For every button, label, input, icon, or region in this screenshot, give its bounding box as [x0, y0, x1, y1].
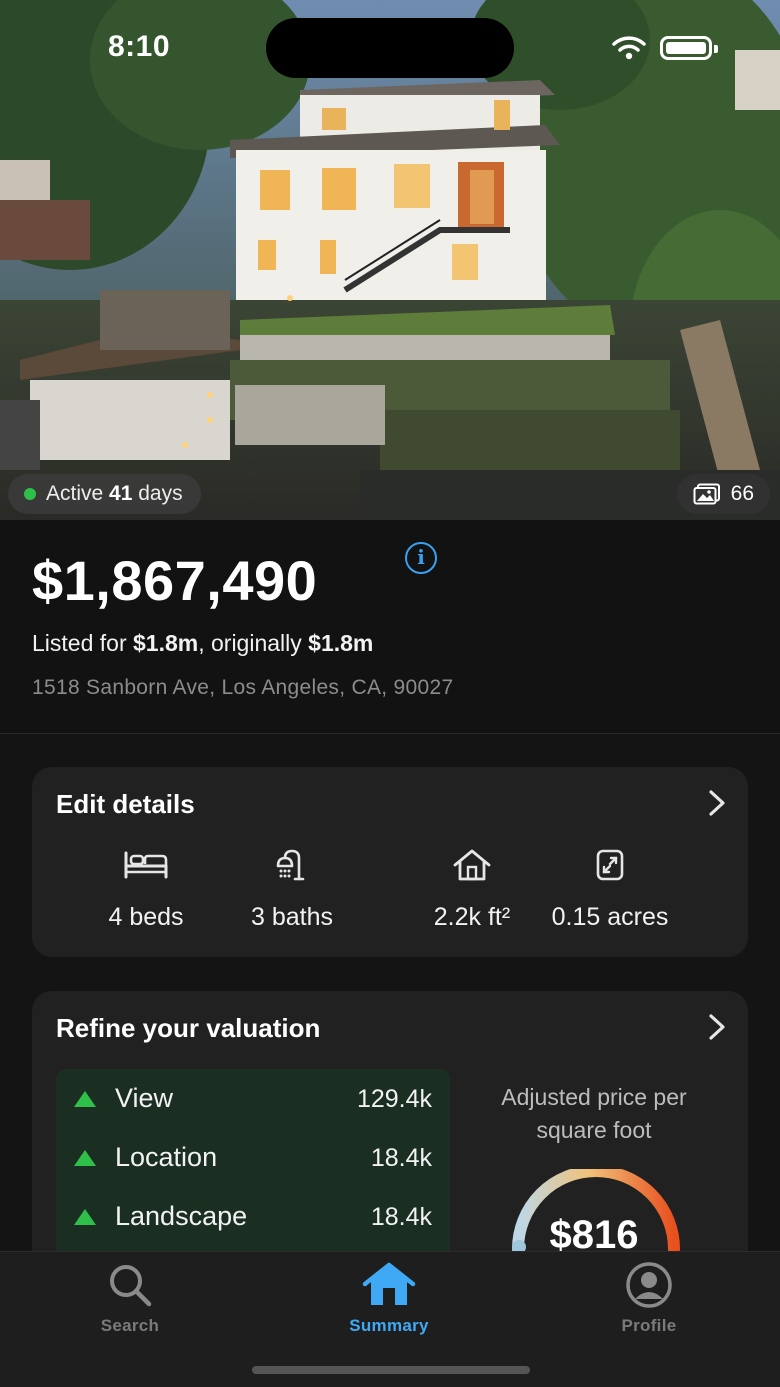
refine-valuation-card[interactable]: Refine your valuation View 129.4k Locati…: [32, 991, 748, 1309]
tab-profile-label: Profile: [621, 1316, 677, 1335]
adjustment-row[interactable]: Location 18.4k: [56, 1138, 450, 1178]
listed-price: $1.8m: [133, 630, 199, 656]
photos-icon: [693, 483, 720, 505]
area-value: 2.2k ft²: [433, 903, 511, 931]
battery-icon: [660, 36, 718, 60]
photo-count-button[interactable]: 66: [676, 474, 770, 514]
edit-details-card[interactable]: Edit details 4 beds 3 baths 2.2k ft² 0.1…: [32, 767, 748, 957]
active-days-badge: Active 41 days: [8, 474, 201, 514]
wifi-icon: [612, 36, 646, 60]
photo-count: 66: [730, 482, 754, 505]
beds-value: 4 beds: [108, 903, 184, 931]
tab-summary[interactable]: Summary: [309, 1260, 469, 1336]
adjustment-row[interactable]: Landscape 18.4k: [56, 1197, 450, 1237]
refine-valuation-title: Refine your valuation: [56, 1013, 321, 1043]
price-section: $1,867,490 i Listed for $1.8m, originall…: [0, 520, 780, 734]
status-time: 8:10: [108, 30, 171, 63]
fact-baths: 3 baths: [232, 845, 352, 932]
tab-search-label: Search: [100, 1316, 160, 1335]
fact-lot: 0.15 acres: [532, 845, 688, 932]
house-icon: [453, 849, 491, 881]
active-status-dot: [24, 488, 36, 500]
increase-icon: [74, 1150, 96, 1166]
tab-search[interactable]: Search: [50, 1260, 210, 1336]
dynamic-island: [266, 18, 514, 78]
estimated-price: $1,867,490: [32, 549, 318, 612]
increase-icon: [74, 1091, 96, 1107]
home-icon: [362, 1262, 416, 1305]
baths-value: 3 baths: [250, 903, 333, 931]
adjustment-row[interactable]: View 129.4k: [56, 1079, 450, 1119]
active-label: Active 41 days: [46, 482, 183, 505]
bed-icon: [124, 851, 168, 879]
lot-size-icon: [596, 849, 624, 881]
info-icon[interactable]: i: [405, 542, 437, 574]
tab-profile[interactable]: Profile: [569, 1260, 729, 1336]
listed-price-line: Listed for $1.8m, originally $1.8m: [32, 630, 374, 656]
status-bar: 8:10: [0, 0, 780, 90]
home-indicator: [252, 1366, 530, 1374]
search-icon: [110, 1265, 152, 1307]
active-days-count: 41: [109, 482, 133, 505]
listing-hero-photo[interactable]: 8:10 Active 41 days 66: [0, 0, 780, 520]
shower-icon: [276, 849, 305, 881]
chevron-right-icon[interactable]: [708, 789, 726, 817]
increase-icon: [74, 1209, 96, 1225]
property-facts: 4 beds 3 baths 2.2k ft² 0.15 acres: [32, 845, 748, 945]
property-address: 1518 Sanborn Ave, Los Angeles, CA, 90027: [32, 676, 454, 699]
profile-icon: [626, 1262, 672, 1308]
price-per-sqft-label: Adjusted price per square foot: [501, 1084, 687, 1143]
edit-details-title: Edit details: [56, 789, 195, 819]
fact-area: 2.2k ft²: [398, 845, 546, 932]
fact-beds: 4 beds: [94, 845, 198, 932]
chevron-right-icon[interactable]: [708, 1013, 726, 1041]
tab-summary-label: Summary: [349, 1316, 429, 1335]
original-price: $1.8m: [308, 630, 374, 656]
lot-value: 0.15 acres: [551, 903, 669, 931]
